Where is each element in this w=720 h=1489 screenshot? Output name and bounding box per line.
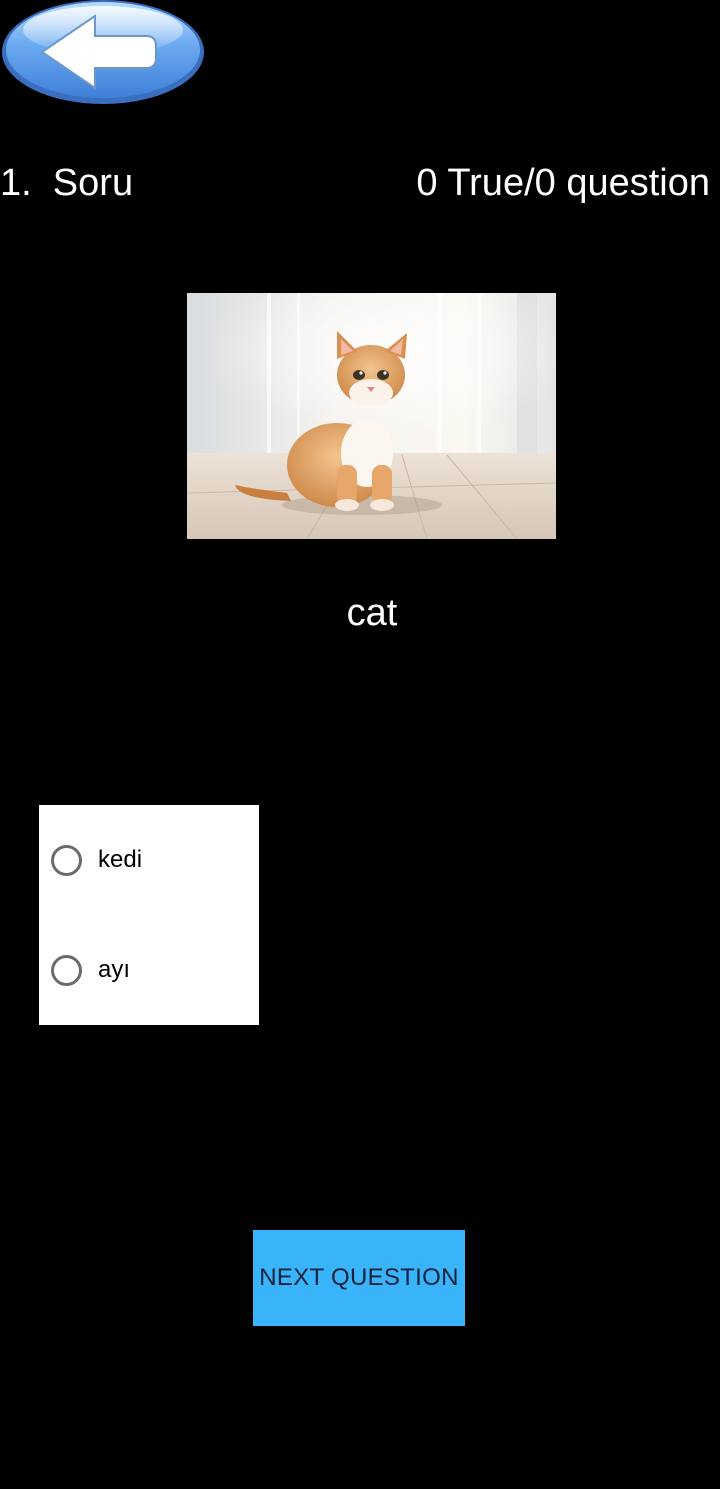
back-arrow-icon [2, 0, 204, 104]
option-kedi[interactable]: kedi [39, 830, 259, 890]
radio-button[interactable] [51, 844, 82, 876]
answer-options: kedi ayı [39, 805, 259, 1025]
cat-photo-icon [187, 293, 556, 539]
option-label: ayı [98, 956, 131, 983]
question-number: 1. Soru [0, 162, 134, 204]
score-counter: 0 True/0 question [416, 162, 710, 204]
question-image [187, 293, 556, 539]
question-word: cat [346, 592, 398, 634]
option-label: kedi [98, 846, 143, 873]
option-ayi[interactable]: ayı [39, 940, 259, 1000]
back-button[interactable] [0, 0, 208, 110]
next-question-button[interactable]: NEXT QUESTION [253, 1230, 465, 1326]
radio-button[interactable] [51, 954, 82, 986]
